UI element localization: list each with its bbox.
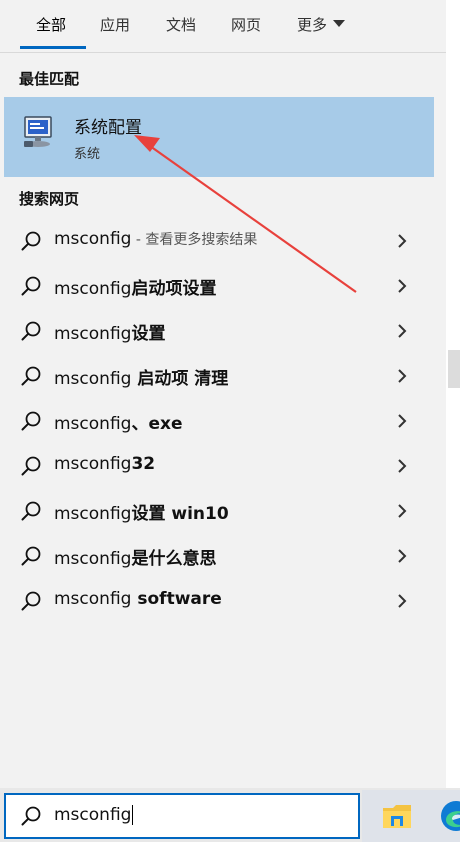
result-hint: - 查看更多搜索结果 bbox=[131, 232, 258, 248]
result-query: msconfig bbox=[54, 589, 132, 609]
result-suggestion: software bbox=[131, 589, 222, 609]
best-match-subtitle: 系统 bbox=[74, 147, 101, 162]
search-icon bbox=[21, 456, 41, 476]
background-window-edge bbox=[446, 0, 460, 788]
result-label: msconfig是什么意思 bbox=[54, 544, 216, 569]
search-icon bbox=[21, 276, 41, 296]
tab-documents[interactable]: 文档 bbox=[166, 14, 196, 35]
web-result-item[interactable]: msconfig是什么意思 bbox=[0, 533, 446, 578]
result-label: msconfig - 查看更多搜索结果 bbox=[54, 229, 257, 249]
web-result-item[interactable]: msconfig - 查看更多搜索结果 bbox=[0, 218, 446, 263]
tab-apps[interactable]: 应用 bbox=[100, 14, 130, 35]
search-panel: 全部 应用 文档 网页 更多 最佳匹配 系统配置 系统 搜索网页 msconfi… bbox=[0, 0, 446, 788]
chevron-right-icon[interactable] bbox=[396, 592, 408, 610]
search-icon bbox=[21, 546, 41, 566]
web-results-list: msconfig - 查看更多搜索结果 msconfig启动项设置 msconf… bbox=[0, 218, 446, 623]
web-result-item[interactable]: msconfig、exe bbox=[0, 398, 446, 443]
result-suggestion: 、exe bbox=[131, 414, 183, 434]
search-icon bbox=[21, 806, 41, 826]
search-query-text: msconfig bbox=[54, 805, 132, 825]
result-suggestion: 设置 bbox=[131, 324, 166, 344]
result-label: msconfig、exe bbox=[54, 409, 182, 434]
tab-bar: 全部 应用 文档 网页 更多 bbox=[0, 0, 446, 49]
result-query: msconfig bbox=[54, 414, 132, 434]
search-input[interactable]: msconfig bbox=[54, 805, 134, 825]
search-icon bbox=[21, 591, 41, 611]
active-tab-indicator bbox=[20, 46, 86, 49]
result-suggestion: 启动项 清理 bbox=[131, 369, 229, 389]
tab-divider bbox=[0, 52, 446, 53]
search-icon bbox=[21, 501, 41, 521]
web-result-item[interactable]: msconfig software bbox=[0, 578, 446, 623]
result-query: msconfig bbox=[54, 279, 132, 299]
tab-web[interactable]: 网页 bbox=[231, 14, 261, 35]
tab-more[interactable]: 更多 bbox=[297, 14, 346, 35]
result-query: msconfig bbox=[54, 454, 132, 474]
chevron-right-icon[interactable] bbox=[396, 322, 408, 340]
result-suggestion: 32 bbox=[131, 454, 156, 474]
file-explorer-icon[interactable] bbox=[382, 802, 412, 830]
search-icon bbox=[21, 411, 41, 431]
chevron-right-icon[interactable] bbox=[396, 277, 408, 295]
search-icon bbox=[21, 231, 41, 251]
tab-all[interactable]: 全部 bbox=[36, 14, 66, 35]
result-suggestion: 设置 win10 bbox=[131, 504, 229, 524]
web-result-item[interactable]: msconfig启动项设置 bbox=[0, 263, 446, 308]
result-suggestion: 是什么意思 bbox=[131, 549, 217, 569]
search-icon bbox=[21, 321, 41, 341]
tab-more-label: 更多 bbox=[297, 16, 328, 34]
web-result-item[interactable]: msconfig32 bbox=[0, 443, 446, 488]
result-query: msconfig bbox=[54, 549, 132, 569]
chevron-right-icon[interactable] bbox=[396, 412, 408, 430]
chevron-right-icon[interactable] bbox=[396, 502, 408, 520]
web-result-item[interactable]: msconfig设置 win10 bbox=[0, 488, 446, 533]
result-suggestion: 启动项设置 bbox=[131, 279, 217, 299]
web-result-item[interactable]: msconfig设置 bbox=[0, 308, 446, 353]
best-match-heading: 最佳匹配 bbox=[19, 70, 80, 88]
chevron-right-icon[interactable] bbox=[396, 547, 408, 565]
search-window: 全部 应用 文档 网页 更多 最佳匹配 系统配置 系统 搜索网页 msconfi… bbox=[0, 0, 460, 842]
web-search-heading: 搜索网页 bbox=[19, 190, 80, 208]
result-query: msconfig bbox=[54, 369, 132, 389]
best-match-title: 系统配置 bbox=[74, 118, 142, 138]
chevron-right-icon[interactable] bbox=[396, 457, 408, 475]
edge-icon[interactable] bbox=[440, 800, 460, 832]
chevron-right-icon[interactable] bbox=[396, 367, 408, 385]
best-match-result[interactable]: 系统配置 系统 bbox=[4, 97, 434, 177]
chevron-right-icon[interactable] bbox=[396, 232, 408, 250]
search-box[interactable]: msconfig bbox=[4, 793, 360, 839]
result-label: msconfig设置 win10 bbox=[54, 499, 229, 524]
result-label: msconfig设置 bbox=[54, 319, 165, 344]
result-label: msconfig 启动项 清理 bbox=[54, 364, 228, 389]
system-config-icon bbox=[24, 116, 52, 147]
text-cursor bbox=[132, 805, 134, 825]
result-query: msconfig bbox=[54, 324, 132, 344]
result-label: msconfig启动项设置 bbox=[54, 274, 216, 299]
result-label: msconfig32 bbox=[54, 454, 155, 474]
taskbar bbox=[362, 790, 460, 842]
result-label: msconfig software bbox=[54, 589, 222, 609]
result-query: msconfig bbox=[54, 229, 132, 249]
caret-down-icon bbox=[333, 20, 346, 27]
result-query: msconfig bbox=[54, 504, 132, 524]
search-icon bbox=[21, 366, 41, 386]
background-scrollbar-thumb bbox=[448, 350, 460, 388]
web-result-item[interactable]: msconfig 启动项 清理 bbox=[0, 353, 446, 398]
